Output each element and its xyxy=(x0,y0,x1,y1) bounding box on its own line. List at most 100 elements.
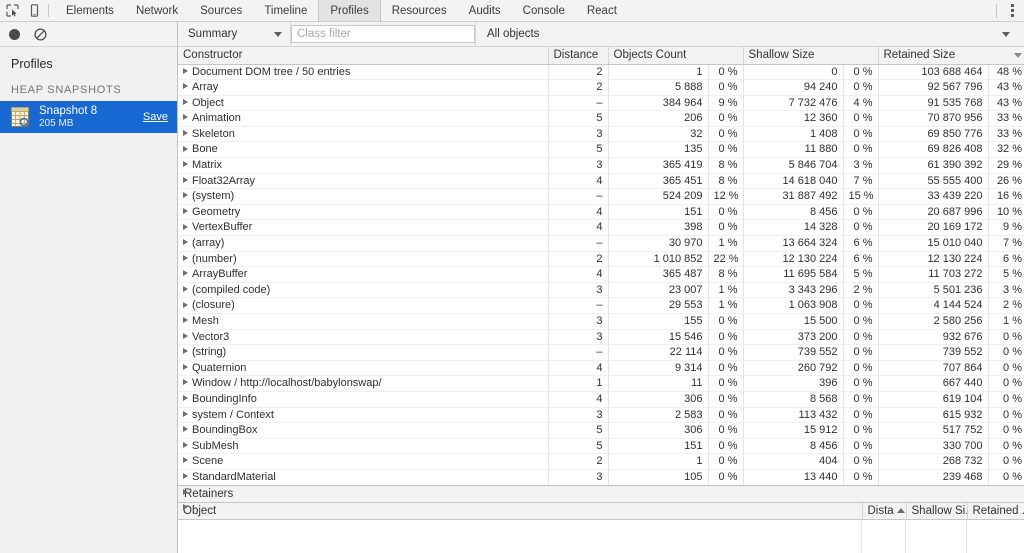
table-row[interactable]: VertexBuffer 4 398 0 % 14 328 0 % 20 169 172 9 … xyxy=(178,219,1024,237)
retainers-column-retained-size[interactable]: Retained ... xyxy=(967,503,1024,520)
cell-constructor[interactable]: (system) xyxy=(178,188,549,205)
retainers-column-object[interactable]: Object xyxy=(178,503,863,520)
expand-triangle-icon[interactable] xyxy=(183,161,188,168)
cell-constructor[interactable]: (string) xyxy=(178,344,549,361)
retainers-column-shallow-size[interactable]: Shallow Si... xyxy=(906,503,968,520)
expand-triangle-icon[interactable] xyxy=(183,504,188,511)
expand-triangle-icon[interactable] xyxy=(183,129,188,136)
expand-triangle-icon[interactable] xyxy=(183,348,188,355)
table-row[interactable]: ArrayBuffer 4 365 487 8 % 11 695 584 5 % 11 70… xyxy=(178,266,1024,283)
expand-triangle-icon[interactable] xyxy=(183,67,188,74)
tab-audits[interactable]: Audits xyxy=(458,0,512,21)
tab-console[interactable]: Console xyxy=(512,0,576,21)
table-row[interactable]: (system) –524 209 12 % 31 887 492 15 % 33 439… xyxy=(178,188,1024,205)
expand-triangle-icon[interactable] xyxy=(183,145,188,152)
column-header-objects-count[interactable]: Objects Count xyxy=(608,47,744,65)
expand-triangle-icon[interactable] xyxy=(183,332,188,339)
expand-triangle-icon[interactable] xyxy=(183,395,188,402)
table-row[interactable]: Document DOM tree / 50 entries 2 1 0 % 0 0 % 1… xyxy=(178,64,1024,81)
cell-constructor[interactable]: Window / http://localhost/babylonswap/ xyxy=(178,375,549,392)
table-row[interactable]: Skeleton 3 32 0 % 1 408 0 % 69 850 776 33 % xyxy=(178,126,1024,143)
tab-elements[interactable]: Elements xyxy=(55,0,125,21)
expand-triangle-icon[interactable] xyxy=(183,207,188,214)
expand-triangle-icon[interactable] xyxy=(183,301,188,308)
table-row[interactable]: Vector3 3 15 546 0 % 373 200 0 % 932 676 0 % xyxy=(178,329,1024,346)
table-row[interactable]: (closure) –29 553 1 % 1 063 908 0 % 4 144 524… xyxy=(178,297,1024,314)
table-row[interactable]: Array 2 5 888 0 % 94 240 0 % 92 567 796 43 % xyxy=(178,79,1024,96)
more-options-icon[interactable] xyxy=(1004,2,1020,19)
expand-triangle-icon[interactable] xyxy=(183,379,188,386)
column-header-retained-size[interactable]: Retained Size xyxy=(878,47,1024,65)
expand-triangle-icon[interactable] xyxy=(183,317,188,324)
clear-icon[interactable] xyxy=(34,27,47,41)
expand-triangle-icon[interactable] xyxy=(183,239,188,246)
table-row[interactable]: Window / http://localhost/babylonswap/1 1… xyxy=(178,375,1024,392)
cell-constructor[interactable]: StandardMaterial xyxy=(178,469,549,486)
cell-constructor[interactable]: Document DOM tree / 50 entries xyxy=(178,64,549,81)
column-header-distance[interactable]: Distance xyxy=(548,47,609,65)
tab-timeline[interactable]: Timeline xyxy=(253,0,318,21)
cell-constructor[interactable]: Vector3 xyxy=(178,329,549,346)
cell-constructor[interactable]: SubMesh xyxy=(178,438,549,455)
device-toolbar-icon[interactable] xyxy=(28,4,41,17)
cell-constructor[interactable]: system / Context xyxy=(178,407,549,424)
table-row[interactable]: system / Context 3 2 583 0 % 113 432 0 % 615 9… xyxy=(178,407,1024,424)
cell-constructor[interactable]: Array xyxy=(178,79,549,96)
cell-constructor[interactable]: Animation xyxy=(178,110,549,127)
cell-constructor[interactable]: Scene xyxy=(178,453,549,470)
cell-constructor[interactable]: (closure) xyxy=(178,297,549,314)
table-row[interactable]: Matrix 3 365 419 8 % 5 846 704 3 % 61 390 392 2… xyxy=(178,157,1024,174)
expand-triangle-icon[interactable] xyxy=(183,488,188,495)
cell-constructor[interactable]: Quaternion xyxy=(178,360,549,377)
snapshot-save-link[interactable]: Save xyxy=(143,111,168,123)
expand-triangle-icon[interactable] xyxy=(183,270,188,277)
cell-constructor[interactable]: (compiled code) xyxy=(178,282,549,299)
tab-profiles[interactable]: Profiles xyxy=(318,0,381,21)
tab-resources[interactable]: Resources xyxy=(381,0,458,21)
tab-network[interactable]: Network xyxy=(125,0,189,21)
object-filter-select[interactable]: All objects xyxy=(475,22,1024,46)
expand-triangle-icon[interactable] xyxy=(183,363,188,370)
expand-triangle-icon[interactable] xyxy=(183,114,188,121)
cell-constructor[interactable]: VertexBuffer xyxy=(178,219,549,237)
cell-constructor[interactable]: ArrayBuffer xyxy=(178,266,549,283)
snapshot-list-item[interactable]: Snapshot 8 205 MB Save xyxy=(0,101,177,133)
cell-constructor[interactable]: Skeleton xyxy=(178,126,549,143)
table-row[interactable]: Geometry 4 151 0 % 8 456 0 % 20 687 996 10 % xyxy=(178,204,1024,221)
table-row[interactable]: Object –384 964 9 % 7 732 476 4 % 91 535 768 4… xyxy=(178,95,1024,112)
table-row[interactable]: BoundingBox 5 306 0 % 15 912 0 % 517 752 0 % xyxy=(178,422,1024,439)
table-row[interactable]: Mesh 3 155 0 % 15 500 0 % 2 580 256 1 % xyxy=(178,313,1024,330)
expand-triangle-icon[interactable] xyxy=(183,192,188,199)
table-row[interactable]: Scene 2 1 0 % 404 0 % 268 732 0 % xyxy=(178,453,1024,470)
cell-constructor[interactable]: BoundingInfo xyxy=(178,391,549,408)
expand-triangle-icon[interactable] xyxy=(183,223,188,230)
cell-constructor[interactable]: Object xyxy=(178,95,549,112)
expand-triangle-icon[interactable] xyxy=(183,285,188,292)
table-row[interactable]: Bone 5 135 0 % 11 880 0 % 69 826 408 32 % xyxy=(178,141,1024,159)
table-row[interactable]: StandardMaterial 3 105 0 % 13 440 0 % 239 468 0… xyxy=(178,469,1024,486)
inspect-element-icon[interactable] xyxy=(6,4,19,17)
column-header-shallow-size[interactable]: Shallow Size xyxy=(743,47,879,65)
cell-constructor[interactable]: Geometry xyxy=(178,204,549,221)
view-mode-select[interactable]: Summary xyxy=(178,22,291,46)
table-row[interactable]: (number) 2 1 010 852 22 % 12 130 224 6 % 12 13… xyxy=(178,251,1024,268)
expand-triangle-icon[interactable] xyxy=(183,473,188,480)
table-row[interactable]: (string) –22 114 0 % 739 552 0 % 739 552 0 % xyxy=(178,344,1024,361)
table-row[interactable]: Float32Array 4 365 451 8 % 14 618 040 7 % 55 5… xyxy=(178,173,1024,190)
tab-react[interactable]: React xyxy=(576,0,628,21)
record-icon[interactable] xyxy=(9,28,20,40)
cell-constructor[interactable]: (array) xyxy=(178,235,549,252)
table-row[interactable]: Animation 5 206 0 % 12 360 0 % 70 870 956 33 % xyxy=(178,110,1024,127)
expand-triangle-icon[interactable] xyxy=(183,83,188,90)
table-row[interactable]: Quaternion 4 9 314 0 % 260 792 0 % 707 864 0 % xyxy=(178,360,1024,377)
class-filter-input[interactable] xyxy=(291,25,475,43)
column-header-constructor[interactable]: Constructor xyxy=(178,47,549,65)
expand-triangle-icon[interactable] xyxy=(183,441,188,448)
expand-triangle-icon[interactable] xyxy=(183,410,188,417)
expand-triangle-icon[interactable] xyxy=(183,457,188,464)
cell-constructor[interactable]: Bone xyxy=(178,141,549,159)
cell-constructor[interactable]: BoundingBox xyxy=(178,422,549,439)
table-row[interactable]: SubMesh 5 151 0 % 8 456 0 % 330 700 0 % xyxy=(178,438,1024,455)
expand-triangle-icon[interactable] xyxy=(183,176,188,183)
retainers-column-distance[interactable]: Dista xyxy=(862,503,907,520)
